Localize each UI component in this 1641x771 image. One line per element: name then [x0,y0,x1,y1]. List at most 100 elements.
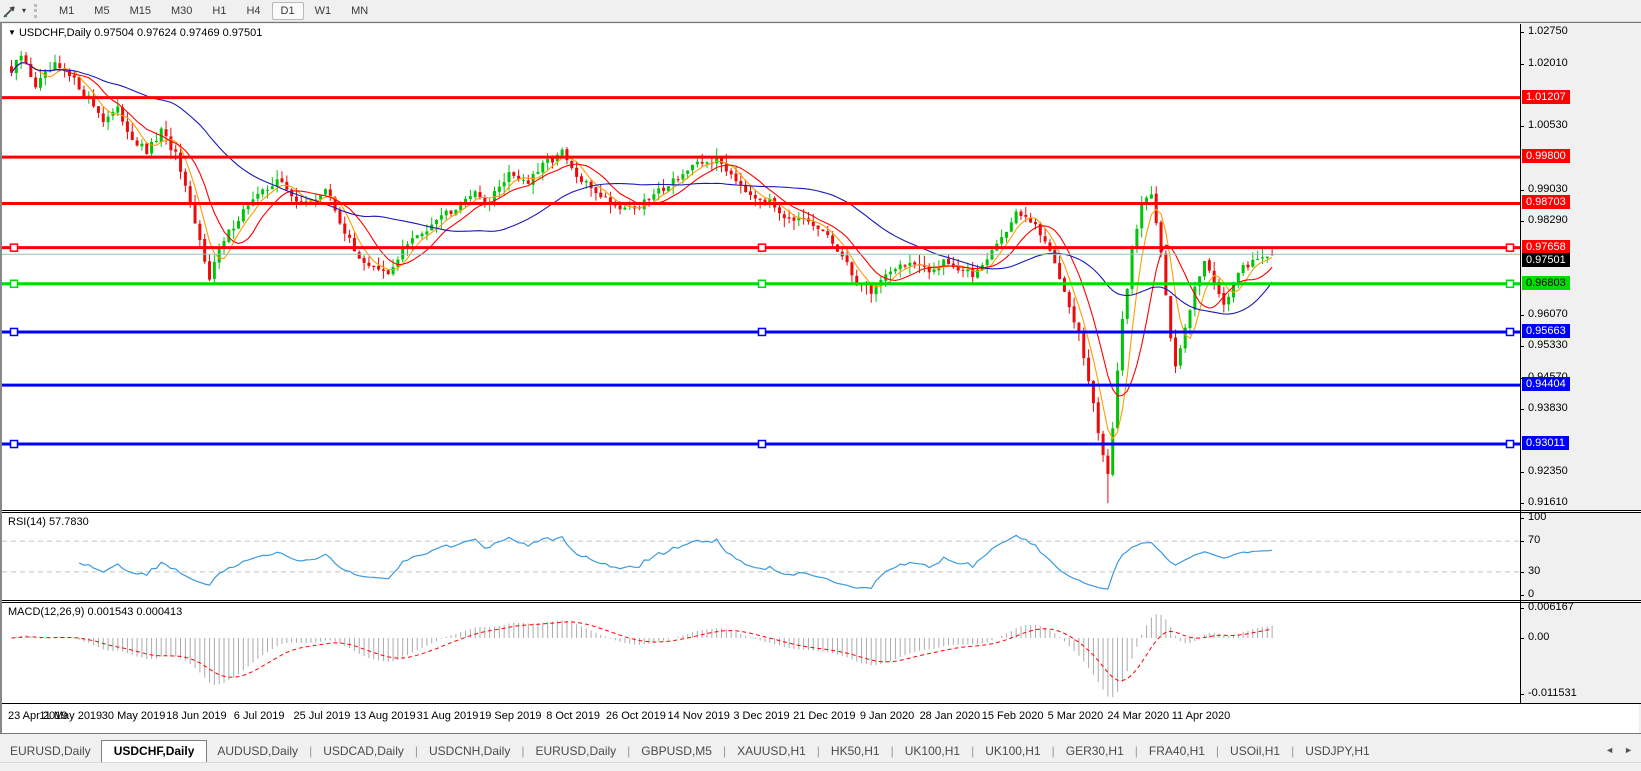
price-line-label: 0.93011 [1522,436,1569,451]
price-tick-label: 1.02750 [1528,25,1568,38]
chart-tab-usdcnh-daily[interactable]: USDCNH,Daily [419,741,520,762]
line-handle[interactable] [757,327,767,337]
line-handle[interactable] [757,243,767,252]
axis-tick-mark [1520,637,1524,639]
date-tick-label: 14 Nov 2019 [667,710,730,722]
price-tick-label: 0.92350 [1528,464,1568,477]
timeframe-buttons: M1 M5 M15 M30 H1 H4 D1 W1 MN [49,1,378,20]
timeframe-button-m15[interactable]: M15 [121,2,160,20]
price-line-label: 0.94404 [1522,377,1570,392]
price-chart-pane[interactable]: ▼ USDCHF,Daily 0.97504 0.97624 0.97469 0… [2,24,1520,510]
price-line-label: 1.01207 [1522,89,1570,104]
chart-tab-gbpusd-m5[interactable]: GBPUSD,M5 [631,741,722,762]
line-handle[interactable] [9,327,19,337]
line-handle[interactable] [757,439,767,449]
line-handle[interactable] [9,279,19,289]
date-tick-label: 11 Apr 2020 [1171,710,1231,722]
line-handle[interactable] [1505,279,1515,289]
timeframe-button-mn[interactable]: MN [342,2,377,20]
rsi-indicator-pane[interactable]: RSI(14) 57.7830 [2,513,1520,600]
date-tick-label: 15 Feb 2020 [981,710,1044,722]
line-handle[interactable] [9,243,19,252]
price-line-label: 0.96803 [1522,275,1570,290]
price-line-label: 0.95663 [1522,323,1570,338]
chart-symbol-label: USDCHF,Daily [18,27,92,39]
timeframe-button-m5[interactable]: M5 [85,2,118,20]
chart-tab-hk50-h1[interactable]: HK50,H1 [821,741,890,762]
price-line-label: 0.97658 [1522,239,1570,254]
date-tick-label: 26 Oct 2019 [605,710,666,722]
price-tick-label: -0.011531 [1528,687,1577,699]
macd-label: MACD(12,26,9) 0.001543 0.000413 [8,606,183,618]
chart-tab-fra40-h1[interactable]: FRA40,H1 [1139,741,1215,762]
timeframe-button-m1[interactable]: M1 [50,2,83,20]
price-tick-label: 0.006167 [1528,601,1574,613]
price-tick-label: 100 [1528,511,1547,523]
price-tick-label: 0 [1528,588,1535,600]
timeframe-button-d1[interactable]: D1 [271,1,304,20]
chart-tab-ger30-h1[interactable]: GER30,H1 [1056,741,1134,762]
axis-tick-mark [1520,189,1524,191]
timeframe-button-h4[interactable]: H4 [237,2,269,20]
macd-indicator-pane[interactable]: MACD(12,26,9) 0.001543 0.000413 [2,603,1520,703]
axis-tick-mark [1520,541,1524,543]
chart-tab-eurusd-daily[interactable]: EURUSD,Daily [525,741,626,762]
moving-average-5 [11,62,1273,440]
price-tick-label: 0.95330 [1528,339,1568,352]
chart-tab-usoil-h1[interactable]: USOil,H1 [1220,741,1290,762]
price-axis[interactable]: 1.02750 1.02010 1.00530 0.99030 0.98290 0.960… [1520,24,1641,703]
chart-tab-uk100-h1[interactable]: UK100,H1 [975,741,1050,762]
date-tick-label: 30 May 2019 [101,710,166,722]
chevron-down-icon[interactable]: ▾ [22,6,26,15]
axis-tick-mark [1520,608,1524,609]
line-handle[interactable] [1505,327,1515,337]
timeframe-button-w1[interactable]: W1 [306,2,341,20]
date-tick-label: 31 Aug 2019 [416,710,479,722]
price-tick-label: 0.96070 [1528,307,1568,320]
price-tick-label: 0.93830 [1528,402,1568,415]
candlestick-chart[interactable] [2,24,1520,510]
chart-tab-eurusd-daily[interactable]: EURUSD,Daily [0,741,101,762]
chart-tab-usdcad-daily[interactable]: USDCAD,Daily [313,741,414,762]
chart-tab-xauusd-h1[interactable]: XAUUSD,H1 [727,741,816,762]
date-tick-label: 9 Jan 2020 [859,710,915,722]
price-tick-label: 70 [1528,534,1541,547]
chart-tab-usdjpy-h1[interactable]: USDJPY,H1 [1295,741,1379,762]
axis-tick-mark [1520,471,1524,473]
axis-tick-mark [1520,694,1524,695]
tab-scroll-left-icon[interactable]: ◄ [1605,745,1614,755]
price-tick-label: 0.00 [1528,630,1550,643]
timeframe-button-m30[interactable]: M30 [162,2,201,20]
axis-tick-mark [1520,63,1524,65]
timeframe-button-h1[interactable]: H1 [203,2,235,20]
drawing-tool-icon[interactable] [2,3,20,19]
current-price-label: 0.97501 [1522,253,1570,268]
date-tick-label: 18 Jun 2019 [166,710,227,722]
collapse-arrow-icon[interactable]: ▼ [8,28,16,37]
line-handle[interactable] [1505,439,1515,449]
moving-average-34 [11,62,1273,315]
timeframe-toolbar: ▾ M1 M5 M15 M30 H1 H4 D1 W1 MN [0,0,1641,22]
tab-scroll-arrows: ◄ ► [1605,745,1633,755]
toolbar-grip[interactable] [34,3,41,18]
date-axis[interactable]: 23 Apr 2019 11 May 2019 30 May 2019 18 Jun … [2,704,1639,733]
macd-chart[interactable] [2,603,1520,703]
tab-scroll-right-icon[interactable]: ► [1624,745,1633,755]
line-handle[interactable] [9,439,19,449]
chart-tab-uk100-h1[interactable]: UK100,H1 [895,741,970,762]
line-handle[interactable] [1505,243,1515,252]
date-tick-label: 8 Oct 2019 [546,710,601,722]
line-handle[interactable] [757,279,767,289]
chart-title: ▼ USDCHF,Daily 0.97504 0.97624 0.97469 0… [8,27,262,39]
price-tick-label: 0.91610 [1528,496,1568,509]
chart-tab-usdchf-daily[interactable]: USDCHF,Daily [100,740,208,763]
axis-tick-mark [1520,518,1524,519]
chart-tab-audusd-daily[interactable]: AUDUSD,Daily [207,741,308,762]
axis-tick-mark [1520,314,1524,316]
rsi-chart[interactable] [2,513,1520,600]
date-tick-label: 19 Sep 2019 [479,710,542,722]
axis-tick-mark [1520,346,1524,348]
date-tick-label: 24 Mar 2020 [1107,710,1170,722]
axis-tick-mark [1520,220,1524,222]
price-tick-label: 0.98290 [1528,213,1568,226]
